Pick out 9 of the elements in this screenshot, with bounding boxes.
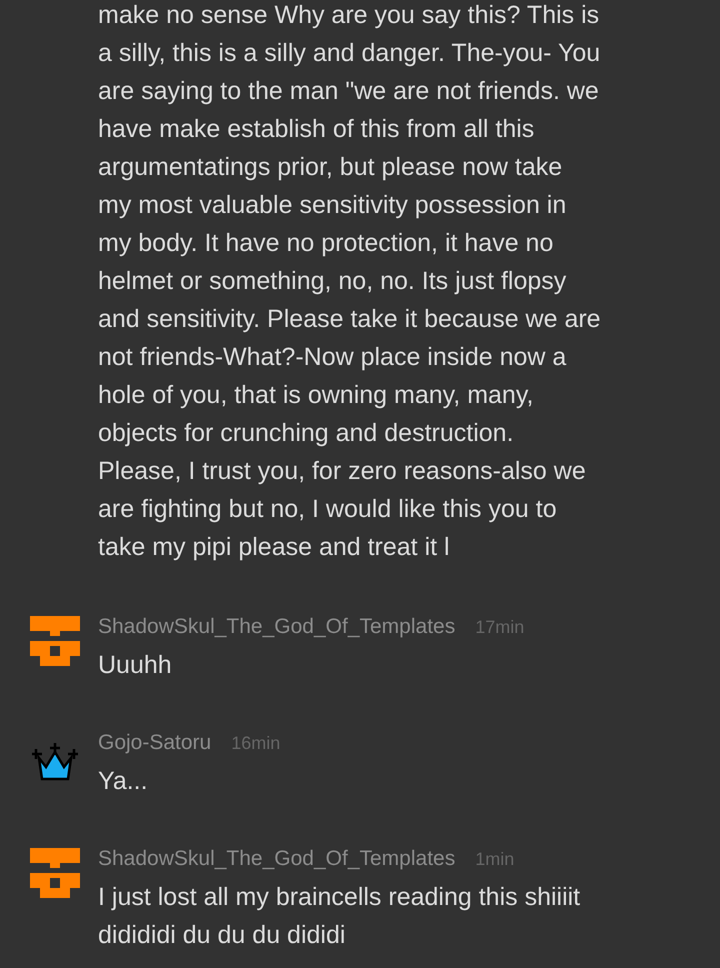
comment-text: I just lost all my braincells reading this shiiiit didididi du du du dididi [98,882,580,951]
author-name[interactable]: Gojo-Satoru [98,724,212,762]
comment-text: make no sense Why are you say this? This is a silly, this is a silly and danger. The-you- You are saying to the man "we are not friends. we have make establish of this from all this argumentatings prior, but please now take my most valuable sensitivity possession in my body. It have no protection, it have no helmet or something, no, no. Its just flopsy and sensitivity. Please take it because we are not friends-What?-Now place inside now a hole of you, that is owning many, many, objects for crunching and destruction. Please, I trust you, for zero reasons-also we are fighting but no, I would like this you to take my pipi please and treat it l [98,0,602,563]
skull-avatar-icon[interactable] [30,848,80,898]
author-name[interactable]: ShadowSkul_The_God_Of_Templates [98,608,456,646]
skull-avatar-icon[interactable] [30,616,80,666]
author-name[interactable]: ShadowSkul_The_God_Of_Templates [98,840,456,878]
comment-text: Ya... [98,766,149,797]
comment-text: Uuuhh [98,650,173,681]
